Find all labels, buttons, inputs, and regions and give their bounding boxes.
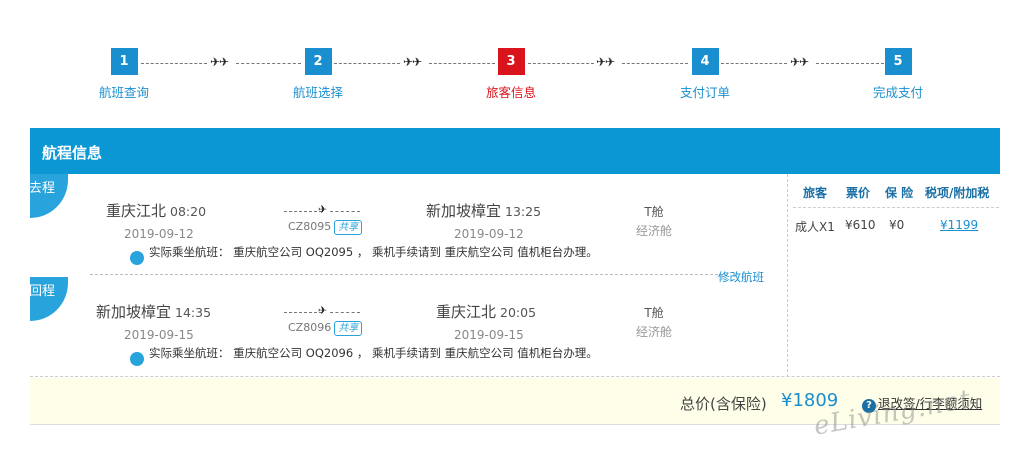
step-number: 5 — [884, 48, 912, 75]
table-divider — [793, 207, 999, 208]
codeshare-badge: 共享 — [334, 321, 363, 336]
step-connector — [334, 63, 400, 64]
segment-divider — [90, 274, 723, 275]
arrival-city: 新加坡樟宜 — [426, 202, 502, 220]
cabin-code: T舱 — [644, 306, 664, 320]
return-departure: 新加坡樟宜 14:35 — [96, 301, 211, 322]
modify-flight-link[interactable]: 修改航班 — [718, 269, 764, 285]
return-tag: 回程 — [29, 277, 68, 321]
arrival-time: 13:25 — [505, 204, 542, 219]
step-connector — [429, 63, 495, 64]
outbound-arrival: 新加坡樟宜 13:25 — [426, 200, 541, 221]
step-connector — [721, 63, 787, 64]
step-payment-done: 5 完成支付 — [838, 48, 958, 101]
plane-icon: ✈✈ — [596, 55, 615, 69]
step-connector — [528, 63, 594, 64]
departure-city: 新加坡樟宜 — [96, 303, 172, 321]
flight-line — [284, 312, 322, 313]
operating-carrier-note: 实际乘坐航班： 重庆航空公司 OQ2095 ， 乘机手续请到 重庆航空公司 值机… — [149, 245, 598, 259]
cabin-info: T舱 经济舱 — [629, 304, 679, 340]
itinerary-header: 航程信息 — [30, 128, 1000, 174]
step-label: 支付订单 — [679, 85, 730, 100]
flight-line — [330, 211, 360, 212]
table-header: 保 险 — [885, 186, 914, 200]
table-header: 税项/附加税 — [925, 186, 990, 200]
itinerary-panel: 去程 重庆江北 08:20 2019-09-12 ✈ CZ8095 共享 新加坡樟宜… — [29, 174, 1000, 377]
plane-icon: ✈ — [318, 203, 328, 216]
step-label: 航班查询 — [98, 85, 149, 100]
flight-number: CZ8095 共享 — [288, 220, 363, 235]
cabin-code: T舱 — [644, 205, 664, 219]
step-connector — [816, 63, 884, 64]
plane-icon: ✈✈ — [403, 55, 422, 69]
table-cell: ¥0 — [889, 218, 905, 232]
plane-icon: ✈✈ — [790, 55, 809, 69]
step-label: 完成支付 — [872, 85, 923, 100]
table-cell: 成人X1 — [795, 220, 835, 234]
step-label: 航班选择 — [292, 85, 343, 100]
step-connector — [236, 63, 301, 64]
step-connector — [622, 63, 688, 64]
column-divider — [787, 174, 788, 377]
flight-line — [330, 312, 360, 313]
progress-steps: 1 航班查询 2 航班选择 3 旅客信息 4 支付订单 5 完成支付 ✈✈ ✈✈… — [0, 0, 1023, 120]
codeshare-badge: 共享 — [334, 220, 363, 235]
step-number: 4 — [691, 48, 719, 75]
flight-number: CZ8096 共享 — [288, 321, 363, 336]
step-flight-select: 2 航班选择 — [258, 48, 378, 101]
cabin-class: 经济舱 — [635, 224, 672, 238]
info-icon — [130, 251, 144, 265]
step-number: 1 — [110, 48, 138, 75]
operating-carrier-note: 实际乘坐航班： 重庆航空公司 OQ2096 ， 乘机手续请到 重庆航空公司 值机… — [149, 346, 598, 360]
tax-link[interactable]: ¥1199 — [940, 218, 978, 232]
step-number: 2 — [304, 48, 332, 75]
departure-time: 14:35 — [175, 305, 212, 320]
departure-time: 08:20 — [170, 204, 207, 219]
step-label: 旅客信息 — [485, 85, 536, 100]
departure-date: 2019-09-12 — [124, 227, 194, 241]
cabin-class: 经济舱 — [635, 325, 672, 339]
departure-city: 重庆江北 — [106, 202, 167, 220]
step-passenger-info: 3 旅客信息 — [451, 48, 571, 101]
step-connector — [141, 63, 207, 64]
table-header: 票价 — [846, 186, 871, 200]
info-icon — [130, 352, 144, 366]
arrival-time: 20:05 — [500, 305, 537, 320]
table-cell: ¥610 — [845, 218, 876, 232]
cabin-info: T舱 经济舱 — [629, 203, 679, 239]
arrival-city: 重庆江北 — [436, 303, 497, 321]
step-pay-order: 4 支付订单 — [645, 48, 765, 101]
step-flight-search: 1 航班查询 — [64, 48, 184, 101]
outbound-departure: 重庆江北 08:20 — [106, 200, 206, 221]
plane-icon: ✈ — [318, 304, 328, 317]
arrival-date: 2019-09-12 — [454, 227, 524, 241]
total-label: 总价(含保险) — [680, 395, 767, 413]
return-arrival: 重庆江北 20:05 — [436, 301, 536, 322]
table-header: 旅客 — [803, 186, 828, 200]
flight-line — [284, 211, 322, 212]
arrival-date: 2019-09-15 — [454, 328, 524, 342]
itinerary-title: 航程信息 — [42, 144, 103, 162]
step-number: 3 — [497, 48, 525, 75]
outbound-tag: 去程 — [29, 174, 68, 218]
plane-icon: ✈✈ — [210, 55, 229, 69]
departure-date: 2019-09-15 — [124, 328, 194, 342]
